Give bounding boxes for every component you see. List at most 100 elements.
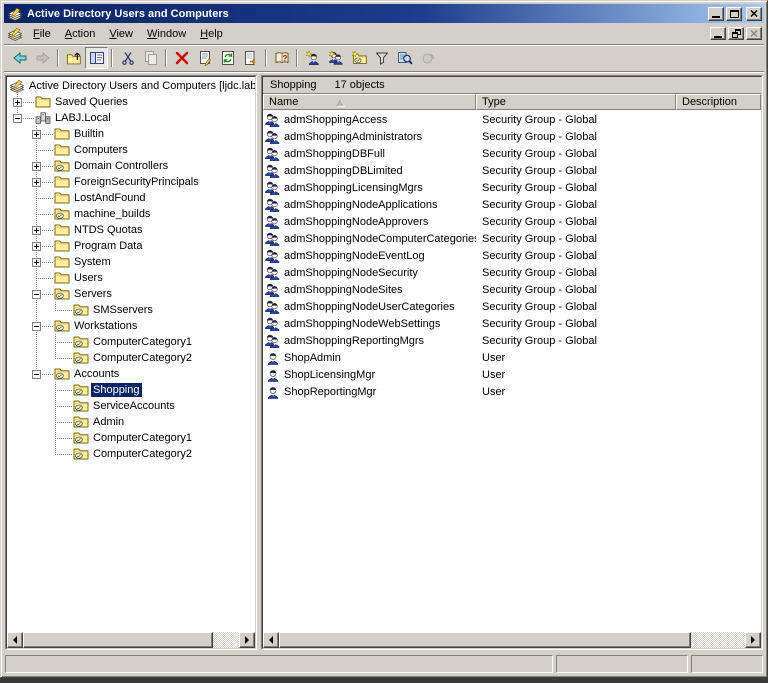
list-item[interactable]: admShoppingNodeApproversSecurity Group -… [263,213,761,230]
tree-item[interactable]: Program Data [7,238,255,254]
tree-item-label[interactable]: ServiceAccounts [91,399,177,413]
tree-item[interactable]: ComputerCategory1 [7,334,255,350]
mdi-minimize-button[interactable] [710,27,726,40]
tree-item[interactable]: Active Directory Users and Computers [lj… [7,78,255,94]
column-header-name[interactable]: Name [263,94,476,110]
object-name-cell[interactable]: admShoppingNodeApprovers [263,214,476,230]
close-button[interactable] [746,7,762,21]
tree-item-label[interactable]: Active Directory Users and Computers [lj… [27,79,255,93]
tree-expander-plus[interactable] [32,242,41,251]
minimize-button[interactable] [708,7,724,21]
object-name-cell[interactable]: ShopReportingMgr [263,384,476,400]
object-name-cell[interactable]: admShoppingNodeApplications [263,197,476,213]
list-item[interactable]: admShoppingNodeSitesSecurity Group - Glo… [263,281,761,298]
tree-item[interactable]: Users [7,270,255,286]
tree-item[interactable]: SMSservers [7,302,255,318]
tree-item-label[interactable]: Accounts [72,367,121,381]
object-name-cell[interactable]: admShoppingNodeEventLog [263,248,476,264]
scrollbar-track[interactable] [691,632,745,648]
tree-item[interactable]: System [7,254,255,270]
list-item[interactable]: admShoppingLicensingMgrsSecurity Group -… [263,179,761,196]
list-item[interactable]: admShoppingDBLimitedSecurity Group - Glo… [263,162,761,179]
menu-view[interactable]: View [102,25,140,43]
list-item[interactable]: admShoppingAdministratorsSecurity Group … [263,128,761,145]
tree-item-label[interactable]: ComputerCategory1 [91,431,194,445]
menu-file[interactable]: File [26,25,58,43]
mdi-close-button[interactable] [746,27,762,40]
scroll-left-button[interactable] [263,632,279,648]
tree-item-label[interactable]: NTDS Quotas [72,223,144,237]
help-button[interactable] [270,47,293,69]
object-name-cell[interactable]: admShoppingNodeUserCategories [263,299,476,315]
cut-button[interactable] [116,47,139,69]
tree-item[interactable]: Saved Queries [7,94,255,110]
tree-item-label[interactable]: Computers [72,143,130,157]
tree-item-label[interactable]: ComputerCategory2 [91,351,194,365]
maximize-button[interactable] [726,7,742,21]
tree-item-label[interactable]: ComputerCategory1 [91,335,194,349]
tree-item[interactable]: ForeignSecurityPrincipals [7,174,255,190]
list-item[interactable]: admShoppingNodeComputerCategoriesSecurit… [263,230,761,247]
tree-expander-minus[interactable] [13,114,22,123]
list-item[interactable]: admShoppingNodeSecuritySecurity Group - … [263,264,761,281]
menu-window[interactable]: Window [140,25,193,43]
tree-item-label[interactable]: Workstations [72,319,139,333]
tree-item[interactable]: Accounts [7,366,255,382]
object-name-cell[interactable]: admShoppingNodeSites [263,282,476,298]
refresh-button[interactable] [216,47,239,69]
up-one-level-button[interactable] [62,47,85,69]
list-item[interactable]: admShoppingNodeEventLogSecurity Group - … [263,247,761,264]
tree-expander-plus[interactable] [32,178,41,187]
menu-action[interactable]: Action [58,25,103,43]
tree-item[interactable]: LostAndFound [7,190,255,206]
list-horizontal-scrollbar[interactable] [263,632,761,648]
object-name-cell[interactable]: admShoppingNodeSecurity [263,265,476,281]
tree-expander-minus[interactable] [32,290,41,299]
tree-item-label[interactable]: Servers [72,287,114,301]
export-list-button[interactable] [239,47,262,69]
tree-item[interactable]: machine_builds [7,206,255,222]
column-header-type[interactable]: Type [476,94,676,110]
tree-item-label[interactable]: SMSservers [91,303,155,317]
scroll-right-button[interactable] [239,632,255,648]
object-name-cell[interactable]: admShoppingLicensingMgrs [263,180,476,196]
tree-item[interactable]: Admin [7,414,255,430]
tree-item-label[interactable]: machine_builds [72,207,152,221]
scrollbar-track[interactable] [213,632,239,648]
tree-item-label[interactable]: Admin [91,415,126,429]
tree-item[interactable]: LABJ.Local [7,110,255,126]
object-name-cell[interactable]: ShopLicensingMgr [263,367,476,383]
find-button[interactable] [393,47,416,69]
list-item[interactable]: admShoppingNodeUserCategoriesSecurity Gr… [263,298,761,315]
new-group-button[interactable] [324,47,347,69]
tree-item[interactable]: Domain Controllers [7,158,255,174]
tree-item[interactable]: ComputerCategory2 [7,350,255,366]
tree-horizontal-scrollbar[interactable] [7,632,255,648]
object-name-cell[interactable]: admShoppingDBLimited [263,163,476,179]
scrollbar-thumb[interactable] [279,632,691,648]
scroll-right-button[interactable] [745,632,761,648]
tree-expander-plus[interactable] [32,162,41,171]
scroll-left-button[interactable] [7,632,23,648]
tree-item[interactable]: Servers [7,286,255,302]
tree-item[interactable]: ComputerCategory2 [7,446,255,462]
menu-help[interactable]: Help [193,25,230,43]
tree-item-label[interactable]: Domain Controllers [72,159,170,173]
tree-item-label[interactable]: LostAndFound [72,191,148,205]
new-ou-button[interactable] [347,47,370,69]
tree-item-label[interactable]: Saved Queries [53,95,130,109]
delete-button[interactable] [170,47,193,69]
tree-item[interactable]: Shopping [7,382,255,398]
list-item[interactable]: ShopReportingMgrUser [263,383,761,400]
column-header-description[interactable]: Description [676,94,761,110]
tree-expander-plus[interactable] [32,258,41,267]
filter-button[interactable] [370,47,393,69]
tree-item[interactable]: ComputerCategory1 [7,430,255,446]
list-item[interactable]: admShoppingAccessSecurity Group - Global [263,111,761,128]
tree-item[interactable]: Builtin [7,126,255,142]
list-item[interactable]: ShopAdminUser [263,349,761,366]
object-name-cell[interactable]: admShoppingAccess [263,112,476,128]
object-name-cell[interactable]: admShoppingNodeWebSettings [263,316,476,332]
tree-item-label[interactable]: Program Data [72,239,144,253]
list-item[interactable]: admShoppingDBFullSecurity Group - Global [263,145,761,162]
